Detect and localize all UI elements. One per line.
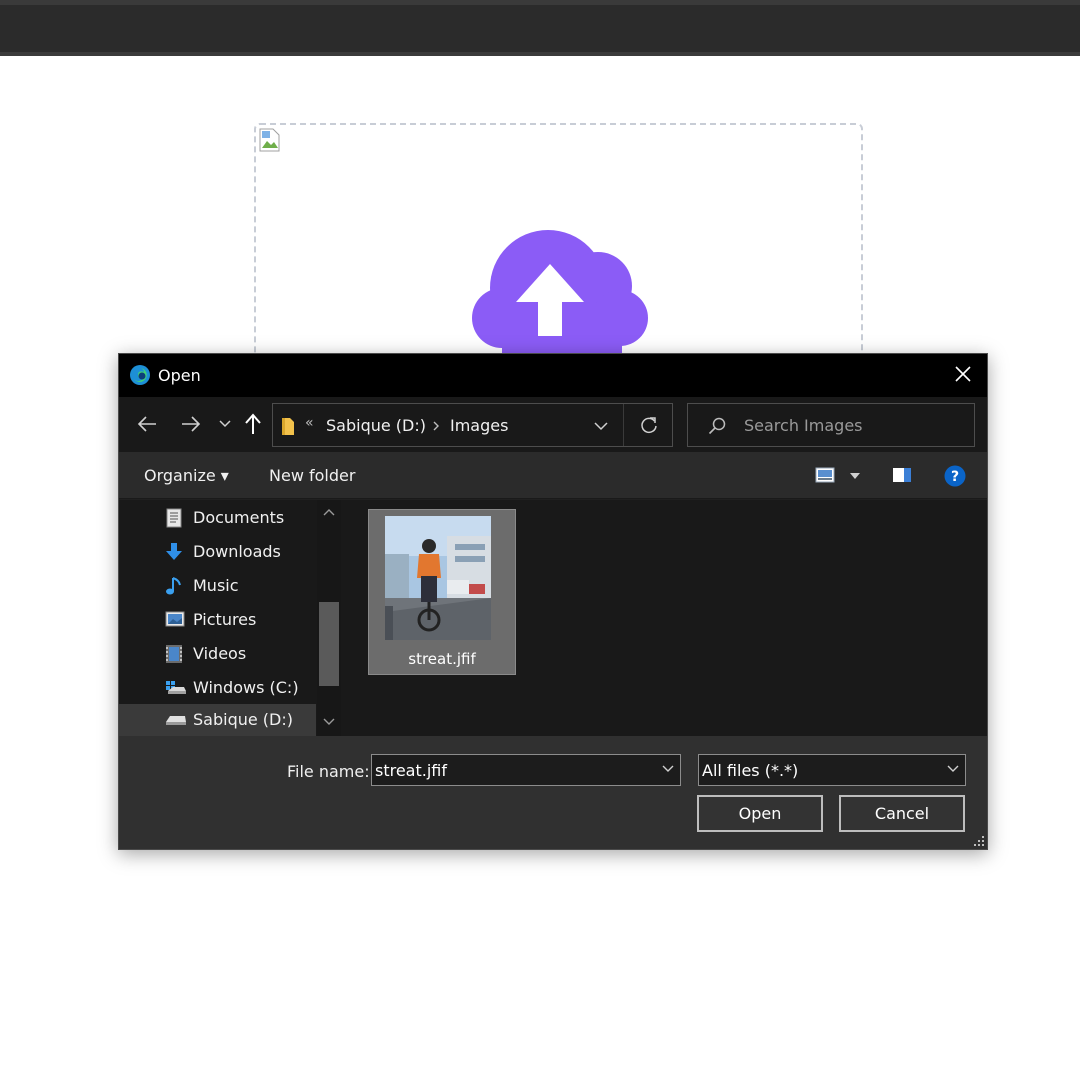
cancel-button[interactable]: Cancel bbox=[839, 795, 965, 832]
navigation-bar: « Sabique (D:) Images Search Images bbox=[119, 397, 987, 452]
sidebar-item-pictures[interactable]: Pictures bbox=[119, 604, 316, 636]
file-name-dropdown-chevron-icon[interactable] bbox=[662, 765, 674, 773]
downloads-icon bbox=[166, 543, 182, 560]
new-folder-button[interactable]: New folder bbox=[269, 466, 355, 485]
address-bar[interactable]: « Sabique (D:) Images bbox=[272, 403, 673, 447]
address-separator bbox=[623, 404, 624, 446]
edge-browser-icon bbox=[130, 365, 150, 385]
dialog-titlebar: Open bbox=[119, 354, 987, 397]
forward-arrow-icon[interactable] bbox=[181, 415, 201, 433]
sidebar-item-videos[interactable]: Videos bbox=[119, 638, 316, 670]
refresh-icon[interactable] bbox=[640, 416, 658, 434]
breadcrumb-folder[interactable]: Images bbox=[450, 416, 508, 435]
file-name-input[interactable]: streat.jfif bbox=[371, 754, 681, 786]
file-name-field-label: File name: bbox=[287, 762, 370, 781]
svg-text:?: ? bbox=[951, 469, 959, 485]
sidebar-item-downloads[interactable]: Downloads bbox=[119, 536, 316, 568]
view-dropdown-chevron-icon[interactable] bbox=[850, 473, 860, 479]
file-type-select[interactable]: All files (*.*) bbox=[698, 754, 966, 786]
sidebar-item-music[interactable]: Music bbox=[119, 570, 316, 602]
breadcrumb-overflow[interactable]: « bbox=[305, 415, 314, 431]
broken-image-icon bbox=[259, 128, 280, 152]
scrollbar-thumb[interactable] bbox=[319, 602, 339, 686]
file-item-streat[interactable]: streat.jfif bbox=[368, 509, 516, 675]
sidebar-item-windows-c[interactable]: Windows (C:) bbox=[119, 672, 316, 704]
back-arrow-icon[interactable] bbox=[137, 415, 157, 433]
up-arrow-icon[interactable] bbox=[245, 413, 261, 435]
sidebar-item-label: Videos bbox=[193, 644, 247, 663]
resize-grip-icon[interactable] bbox=[973, 835, 985, 847]
recent-locations-chevron-icon[interactable] bbox=[219, 419, 231, 429]
breadcrumb-drive[interactable]: Sabique (D:) bbox=[326, 416, 426, 435]
pictures-icon bbox=[165, 611, 185, 627]
sidebar-item-label: Sabique (D:) bbox=[193, 710, 293, 729]
documents-icon bbox=[166, 508, 182, 528]
close-icon[interactable] bbox=[953, 364, 973, 384]
preview-pane-icon[interactable] bbox=[892, 467, 912, 483]
folder-icon bbox=[282, 418, 294, 435]
organize-menu-button[interactable]: Organize ▾ bbox=[144, 466, 229, 485]
search-placeholder: Search Images bbox=[744, 416, 863, 435]
view-options-icon[interactable] bbox=[815, 467, 835, 483]
file-name-label: streat.jfif bbox=[408, 650, 476, 668]
sidebar-item-label: Documents bbox=[193, 508, 285, 527]
open-file-dialog: Open « Sabique (D:) Images Search Images… bbox=[118, 353, 988, 850]
sidebar-item-label: Music bbox=[193, 576, 239, 595]
scroll-up-chevron-icon[interactable] bbox=[323, 508, 335, 516]
videos-icon bbox=[166, 645, 182, 663]
navigation-pane-scrollbar[interactable] bbox=[317, 500, 341, 736]
file-type-dropdown-chevron-icon[interactable] bbox=[947, 765, 959, 773]
navigation-pane: Documents Downloads Music Pictures Video… bbox=[119, 500, 341, 736]
dialog-footer: File name: streat.jfif All files (*.*) O… bbox=[119, 736, 987, 849]
drive-icon bbox=[166, 716, 186, 725]
windows-drive-icon bbox=[166, 681, 186, 694]
open-button[interactable]: Open bbox=[697, 795, 823, 832]
search-box[interactable]: Search Images bbox=[687, 403, 975, 447]
breadcrumb-chevron-icon[interactable] bbox=[432, 421, 440, 431]
dialog-title: Open bbox=[158, 366, 201, 385]
file-name-value: streat.jfif bbox=[375, 761, 447, 780]
scroll-down-chevron-icon[interactable] bbox=[323, 718, 335, 726]
sidebar-item-sabique-d[interactable]: Sabique (D:) bbox=[119, 704, 316, 736]
sidebar-item-label: Pictures bbox=[193, 610, 257, 629]
sidebar-item-documents[interactable]: Documents bbox=[119, 502, 316, 534]
sidebar-item-label: Downloads bbox=[193, 542, 281, 561]
search-icon bbox=[708, 417, 726, 435]
file-thumbnail bbox=[385, 516, 491, 640]
upload-cloud-icon bbox=[472, 230, 648, 356]
help-icon[interactable]: ? bbox=[944, 465, 966, 487]
browser-top-bar bbox=[0, 0, 1080, 56]
file-list: streat.jfif bbox=[341, 500, 987, 736]
file-type-value: All files (*.*) bbox=[702, 761, 799, 780]
address-dropdown-chevron-icon[interactable] bbox=[594, 422, 608, 431]
upload-dropzone[interactable] bbox=[254, 123, 863, 383]
music-icon bbox=[166, 577, 181, 595]
sidebar-item-label: Windows (C:) bbox=[193, 678, 299, 697]
dialog-toolbar: Organize ▾ New folder ? bbox=[119, 452, 987, 499]
